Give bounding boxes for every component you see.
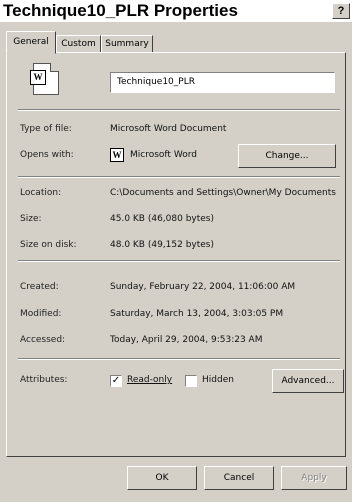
apply-button-label: Apply xyxy=(301,473,327,483)
modified-value: Saturday, March 13, 2004, 3:03:05 PM xyxy=(110,309,284,319)
separator xyxy=(18,358,340,360)
separator xyxy=(18,109,340,111)
general-tab-panel xyxy=(6,52,346,457)
created-value: Sunday, February 22, 2004, 11:06:00 AM xyxy=(110,282,296,292)
size-on-disk-value: 48.0 KB (49,152 bytes) xyxy=(110,240,215,250)
modified-label: Modified: xyxy=(20,309,62,319)
cancel-button[interactable]: Cancel xyxy=(204,466,274,490)
file-name-input[interactable]: Technique10_PLR xyxy=(110,72,335,93)
apply-button[interactable]: Apply xyxy=(281,466,347,490)
attributes-label: Attributes: xyxy=(20,375,68,385)
read-only-checkbox[interactable]: ✓ xyxy=(110,375,122,387)
ok-button[interactable]: OK xyxy=(127,466,197,490)
location-label: Location: xyxy=(20,188,62,198)
created-label: Created: xyxy=(20,282,59,292)
advanced-button[interactable]: Advanced... xyxy=(272,369,344,393)
accessed-value: Today, April 29, 2004, 9:53:23 AM xyxy=(110,335,263,345)
opens-with-value: Microsoft Word xyxy=(130,150,197,160)
size-label: Size: xyxy=(20,214,42,224)
separator xyxy=(18,260,340,262)
type-of-file-value: Microsoft Word Document xyxy=(110,124,227,134)
opens-with-label: Opens with: xyxy=(20,150,74,160)
advanced-button-label: Advanced... xyxy=(281,376,335,386)
properties-dialog: Technique10_PLR Properties ? General Cus… xyxy=(0,0,352,502)
hidden-label[interactable]: Hidden xyxy=(202,375,234,385)
size-on-disk-label: Size on disk: xyxy=(20,240,77,250)
window-title: Technique10_PLR Properties xyxy=(3,1,238,20)
tab-custom[interactable]: Custom xyxy=(56,35,101,53)
accessed-label: Accessed: xyxy=(20,335,66,345)
change-button-label: Change... xyxy=(265,151,309,161)
read-only-label[interactable]: Read-only xyxy=(127,375,172,385)
word-document-icon: W xyxy=(30,63,59,95)
ok-button-label: OK xyxy=(155,473,169,483)
separator xyxy=(18,176,340,178)
tab-summary[interactable]: Summary xyxy=(101,35,153,53)
cancel-button-label: Cancel xyxy=(223,473,255,483)
tab-general[interactable]: General xyxy=(6,31,56,54)
hidden-checkbox[interactable] xyxy=(185,375,197,387)
location-value: C:\Documents and Settings\Owner\My Docum… xyxy=(110,188,336,198)
size-value: 45.0 KB (46,080 bytes) xyxy=(110,214,215,224)
type-of-file-label: Type of file: xyxy=(20,124,72,134)
title-bar[interactable]: Technique10_PLR Properties ? xyxy=(0,0,352,22)
checkmark-icon: ✓ xyxy=(111,375,121,386)
change-button[interactable]: Change... xyxy=(238,144,336,168)
word-app-icon: W xyxy=(110,148,124,162)
help-button[interactable]: ? xyxy=(332,3,350,19)
